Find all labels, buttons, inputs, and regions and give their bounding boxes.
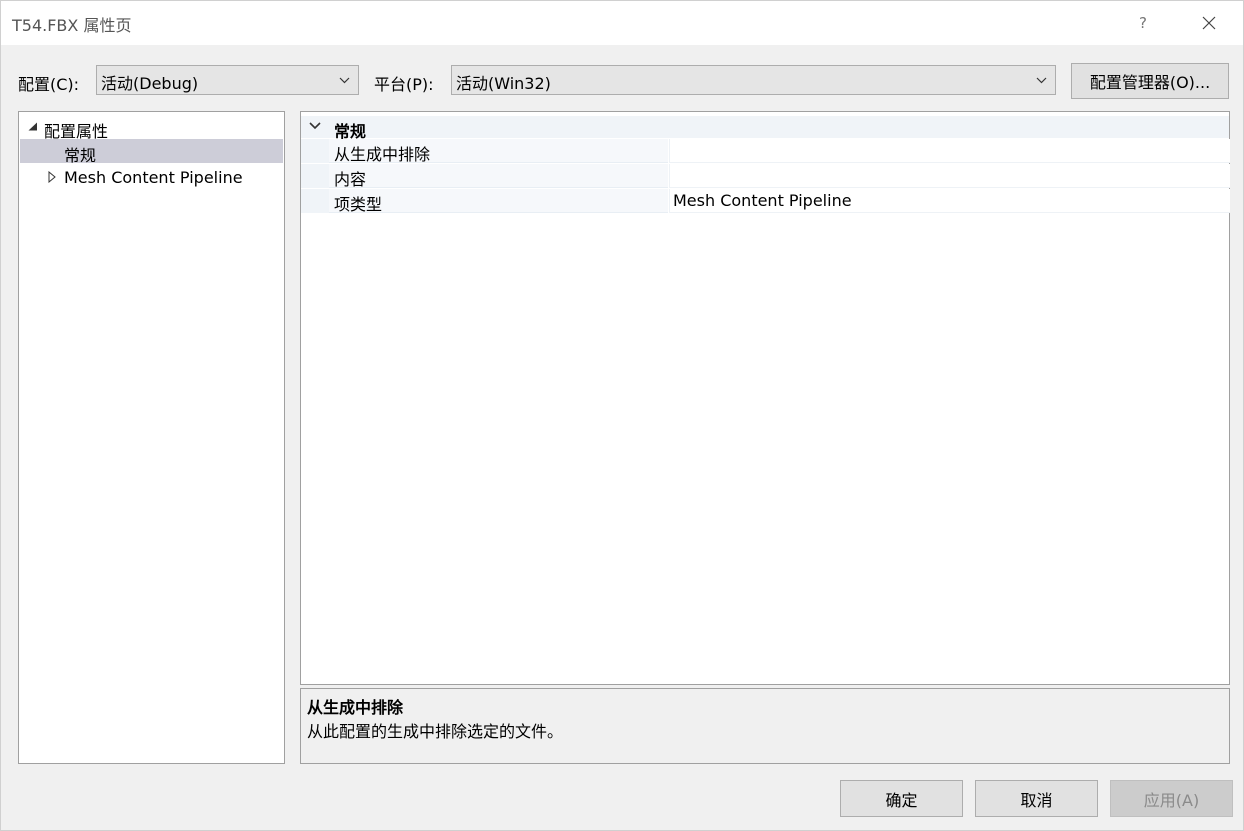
config-dropdown-value: 活动(Debug) [101,74,199,93]
title-bar: T54.FBX 属性页 ? [1,1,1243,45]
tree-item-label: Mesh Content Pipeline [64,168,243,187]
close-button[interactable] [1187,1,1231,45]
platform-dropdown[interactable]: 活动(Win32) [451,65,1056,95]
property-pages-dialog: T54.FBX 属性页 ? 配置(C): 活动(Debug) 平台(P): 活动… [0,0,1244,831]
row-gutter [301,164,329,188]
collapsed-triangle-icon [48,171,56,183]
help-button[interactable]: ? [1121,1,1165,45]
property-name: 项类型 [329,189,668,214]
close-icon [1202,16,1216,30]
property-value-text: Mesh Content Pipeline [673,191,852,210]
cancel-button[interactable]: 取消 [975,780,1098,817]
row-gutter [301,189,329,213]
window-title: T54.FBX 属性页 [12,16,132,35]
property-value[interactable] [669,164,1230,188]
description-panel: 从生成中排除 从此配置的生成中排除选定的文件。 [300,688,1230,764]
property-row-item-type[interactable]: 项类型 Mesh Content Pipeline [301,189,1230,214]
property-name-text: 从生成中排除 [334,145,431,164]
apply-button[interactable]: 应用(A) [1110,780,1233,817]
platform-dropdown-value: 活动(Win32) [456,74,551,93]
ok-button[interactable]: 确定 [840,780,963,817]
chevron-down-icon [339,77,350,84]
category-tree: 配置属性 常规 Mesh Content Pipeline [18,111,285,764]
grid-category-general[interactable]: 常规 [301,116,1229,141]
expanded-triangle-icon [28,122,37,131]
help-icon: ? [1139,14,1147,32]
property-value[interactable]: Mesh Content Pipeline [669,189,1230,213]
property-row-exclude-from-build[interactable]: 从生成中排除 [301,139,1230,164]
tree-item-general[interactable]: 常规 [20,139,283,165]
tree-item-label: 常规 [64,146,97,165]
row-gutter [301,139,329,163]
config-dropdown[interactable]: 活动(Debug) [96,65,359,95]
property-name-text: 项类型 [334,195,383,214]
config-manager-button[interactable]: 配置管理器(O)... [1071,63,1229,99]
description-title: 从生成中排除 [307,698,404,717]
property-row-content[interactable]: 内容 [301,164,1230,189]
property-value[interactable] [669,139,1230,163]
platform-label: 平台(P): [374,75,434,94]
description-text: 从此配置的生成中排除选定的文件。 [307,722,564,741]
property-grid: 常规 从生成中排除 内容 项类型 Mesh Content Pipeline [300,111,1230,685]
property-name: 内容 [329,164,668,189]
tree-item-config-properties[interactable]: 配置属性 [20,115,283,141]
property-name: 从生成中排除 [329,139,668,164]
property-name-text: 内容 [334,170,367,189]
config-label: 配置(C): [18,75,80,94]
chevron-down-icon [1036,77,1047,84]
chevron-down-icon [309,122,321,130]
tree-item-mesh-content-pipeline[interactable]: Mesh Content Pipeline [20,165,283,189]
